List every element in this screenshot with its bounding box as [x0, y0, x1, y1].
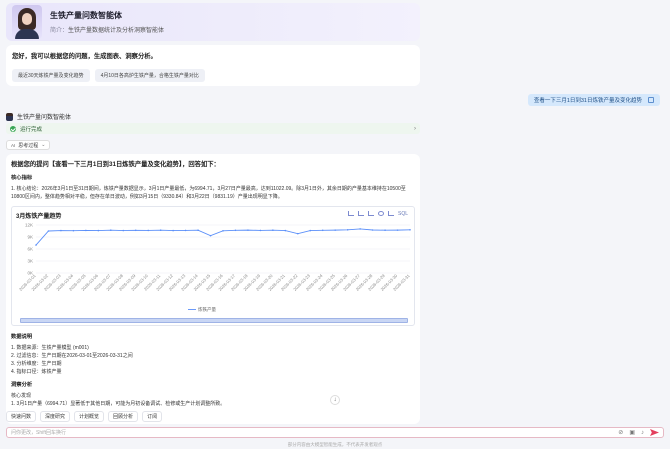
agent-intro-text: 生铁产量数据统计及分析洞察智能体 — [68, 28, 165, 34]
data-point — [134, 229, 137, 231]
data-point — [396, 228, 399, 231]
suggestion-chip[interactable]: 最近30天炼铁产量及变化趋势 — [12, 69, 90, 82]
answer-card: 根据您的提问【查看一下三月1日到31日炼铁产量及变化趋势】，回答如下： 核心指标… — [6, 154, 420, 424]
data-point — [222, 229, 224, 232]
desc-heading: 数据说明 — [11, 333, 33, 340]
data-point — [234, 229, 237, 231]
quick-tab[interactable]: 快速问数 — [6, 411, 37, 422]
agent-title: 生铁产量问数智能体 — [50, 11, 122, 20]
welcome-text: 您好，我可以根据您的问题，生成图表、洞察分析。 — [12, 53, 157, 60]
data-point — [272, 228, 274, 231]
data-point — [172, 229, 174, 231]
quick-tab[interactable]: 深度研究 — [40, 411, 71, 422]
legend-label: 炼铁产量 — [198, 306, 216, 313]
data-point — [209, 234, 212, 237]
ai-icon: AI — [11, 142, 16, 148]
quick-tabs: 快速问数 深度研究 计划概览 回顾分析 订阅 — [6, 411, 163, 422]
data-point — [359, 227, 361, 230]
disclaimer: 部分内容由大模型智能生成，不代表开发者观点 — [287, 442, 383, 447]
desc-item: 3. 分析维度：生产日期 — [11, 361, 62, 368]
zoom-slider[interactable] — [20, 317, 408, 323]
y-tick-label: 6K — [27, 246, 33, 251]
user-message: 查看一下三月1日到31日炼铁产量及变化趋势 — [527, 94, 660, 106]
data-point — [309, 229, 312, 231]
core-heading: 核心指标 — [11, 175, 33, 181]
image-icon[interactable]: ▣ — [629, 429, 635, 436]
data-point — [247, 228, 249, 231]
data-point — [297, 232, 299, 235]
data-point — [85, 229, 87, 231]
quick-tab[interactable]: 回顾分析 — [108, 411, 139, 422]
desc-item: 2. 过滤信息：生产日期在2026-03-01至2026-03-31之间 — [11, 352, 133, 359]
agent-header: 生铁产量问数智能体 简介：生铁产量数据统计及分析洞察智能体 — [6, 3, 420, 41]
send-icon[interactable] — [650, 429, 659, 436]
copy-icon[interactable] — [648, 97, 654, 103]
chart-card: 3月炼铁产量趋势 SQL 0K 3K 6K 9K 12K 2026-03-01 2026-0… — [11, 205, 415, 326]
data-point — [334, 228, 337, 231]
data-point — [371, 228, 374, 231]
think-process-button[interactable]: AI 思考过程 ⌄ — [6, 140, 51, 150]
bot-name: 生铁产量问数智能体 — [17, 115, 72, 121]
core-text: 1. 核心结论：2026年3月1日至31日期间，炼铁产量数据显示，3月1日产量最… — [11, 185, 415, 202]
bot-avatar — [6, 112, 13, 121]
quick-tab[interactable]: 订阅 — [142, 411, 163, 422]
mic-icon[interactable]: ♪ — [641, 430, 644, 436]
desc-item: 4. 指标口径：炼铁产量 — [11, 369, 62, 376]
data-point — [110, 228, 112, 231]
insight-heading: 洞察分析 — [11, 381, 33, 388]
data-point — [97, 229, 100, 231]
scroll-down-button[interactable]: ↓ — [330, 395, 340, 405]
insight-item: 1. 3月1日产量（6994.71）显著低于其他日期，可能为月初设备调试、检修或… — [11, 401, 226, 408]
data-point — [47, 229, 50, 232]
data-point — [346, 228, 349, 231]
desc-item: 1. 数据来源：生铁产量模型 (m001) — [11, 344, 89, 351]
chevron-right-icon: › — [414, 125, 416, 132]
data-point — [72, 229, 75, 232]
agent-avatar — [12, 5, 42, 39]
run-status-text: 运行完成 — [20, 126, 43, 133]
welcome-card: 您好，我可以根据您的问题，生成图表、洞察分析。 最近30天炼铁产量及变化趋势 4… — [6, 45, 420, 86]
attach-icon[interactable]: ⊘ — [618, 429, 623, 436]
run-status-bar[interactable]: 运行完成 › — [6, 123, 420, 134]
data-point — [197, 228, 199, 231]
data-point — [321, 229, 324, 231]
chat-input[interactable]: 问你更改，Shift回车换行 ⊘ ▣ ♪ — [6, 427, 664, 438]
think-process-label: 思考过程 — [18, 142, 39, 149]
quick-tab[interactable]: 计划概览 — [74, 411, 105, 422]
y-tick-label: 12K — [25, 222, 33, 227]
data-point — [122, 229, 125, 231]
data-point — [259, 229, 262, 231]
bot-name-row: 生铁产量问数智能体 — [6, 112, 71, 121]
agent-intro-label: 简介： — [50, 28, 69, 34]
insight-subheading: 核心发现 — [11, 392, 32, 399]
line-chart: 0K3K6K9K12K2026-03-012026-03-022026-03-0… — [18, 222, 411, 313]
data-point — [35, 243, 37, 246]
data-point — [159, 228, 162, 231]
answer-title: 根据您的提问【查看一下三月1日到31日炼铁产量及变化趋势】，回答如下： — [11, 161, 220, 168]
chevron-down-icon: ⌄ — [41, 142, 46, 148]
data-point — [60, 229, 62, 231]
check-circle-icon — [10, 125, 16, 132]
user-message-text: 查看一下三月1日到31日炼铁产量及变化趋势 — [533, 98, 642, 104]
data-point — [384, 228, 386, 231]
suggestion-chip[interactable]: 4月10日各高炉生铁产量，合格生铁产量对比 — [94, 69, 205, 82]
y-tick-label: 3K — [27, 258, 33, 263]
data-point — [147, 229, 149, 231]
data-point — [184, 229, 187, 231]
data-point — [409, 228, 411, 231]
data-point — [284, 229, 287, 231]
chat-input-placeholder: 问你更改，Shift回车换行 — [11, 430, 67, 436]
y-tick-label: 9K — [27, 234, 33, 239]
agent-intro: 简介：生铁产量数据统计及分析洞察智能体 — [50, 25, 164, 34]
core-text-a: 1. 核心结论：2026年3月1日至31日期间，炼铁产量数据显示，3月1日产量最… — [11, 186, 396, 192]
